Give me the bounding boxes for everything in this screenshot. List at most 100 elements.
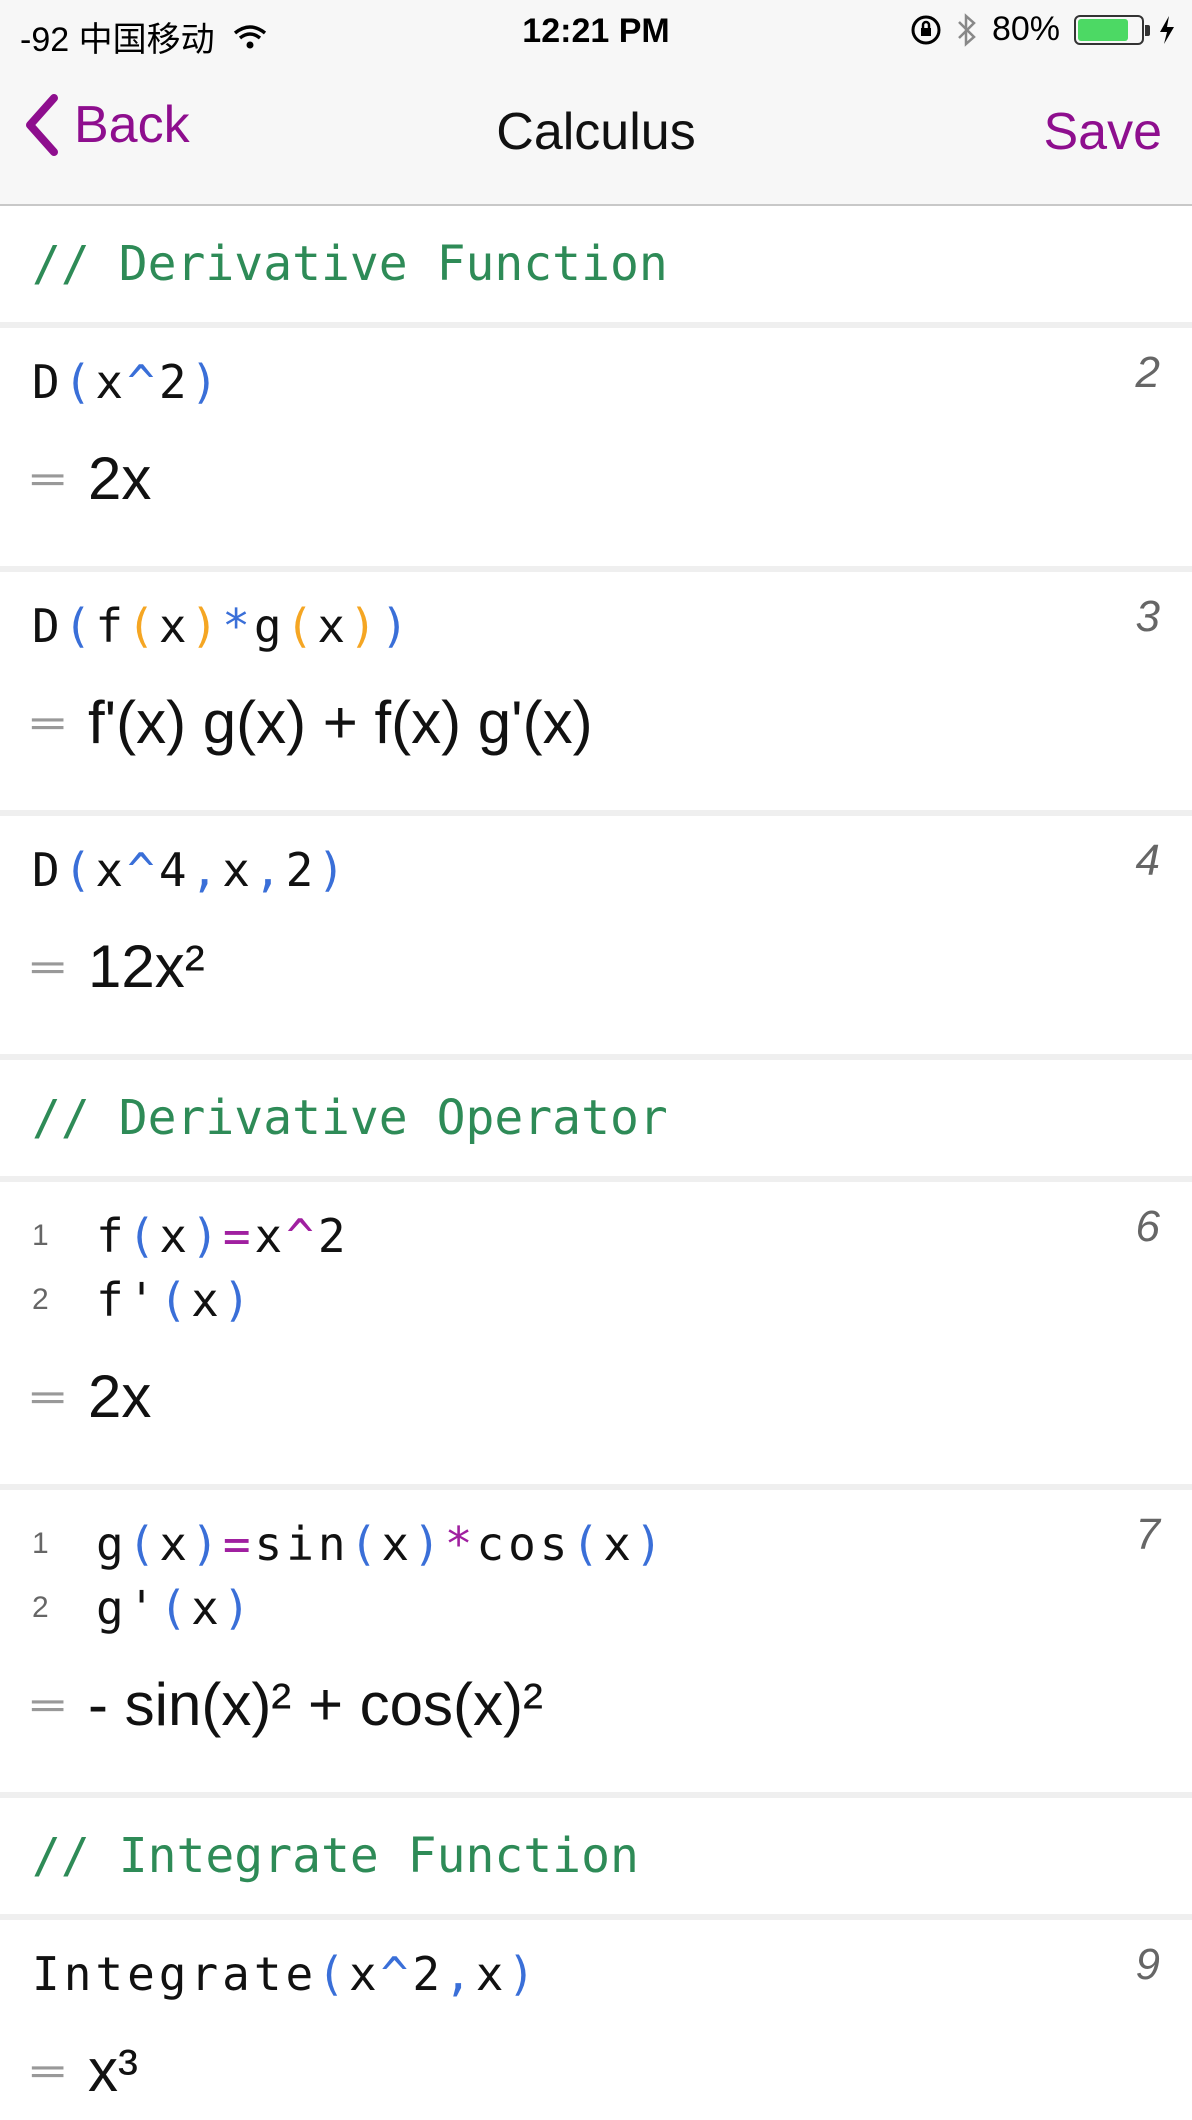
code-token: ( [127, 599, 159, 653]
code-token: ) [190, 355, 223, 409]
code-token: ) [222, 1581, 255, 1635]
code-token: ) [190, 599, 223, 653]
result-value: 2x [88, 1363, 152, 1430]
equals-icon: ═ [32, 1679, 64, 1729]
code-token: ( [63, 355, 96, 409]
code-token: = [222, 1209, 255, 1263]
code-token: x [222, 843, 254, 897]
code-token: ^ [127, 355, 159, 409]
code-token: f [95, 599, 128, 653]
result-value: x³ [88, 2037, 138, 2104]
code-line[interactable]: D(f(x) * g(x)) [32, 594, 1160, 658]
charging-icon [1160, 15, 1174, 44]
cell-number: 9 [1135, 1940, 1160, 1989]
result-value: - sin(x)² + cos(x)² [88, 1671, 543, 1738]
code-token: 4 [158, 843, 191, 897]
orientation-lock-icon [911, 15, 941, 44]
code-token: ) [349, 599, 381, 653]
code-token: x [191, 1581, 223, 1635]
equals-icon: ═ [32, 2045, 64, 2095]
save-button[interactable]: Save [1043, 102, 1162, 162]
expression-cell[interactable]: 3 D(f(x) * g(x)) ═ f'(x) g(x) + f(x) g'(x) [0, 572, 1192, 810]
code-token: Integrate [32, 1947, 318, 2001]
comment-text: // Integrate Function [32, 1828, 639, 1884]
code-token: ( [349, 1517, 382, 1571]
expression-cell[interactable]: 2 D(x ^ 2) ═ 2x [0, 328, 1192, 566]
code-token: 2 [412, 1947, 445, 2001]
result-row: ═ 12x² [32, 932, 1160, 1001]
code-token: x [95, 843, 128, 897]
navigation-bar: Back Calculus Save [0, 64, 1192, 206]
code-token: D [32, 355, 64, 409]
code-token: ) [191, 1209, 223, 1263]
code-token: ( [571, 1517, 604, 1571]
expression-cell[interactable]: 6 1 f(x) = x ^ 2 2 f'(x) ═ 2x [0, 1182, 1192, 1484]
code-token: cos [476, 1517, 572, 1571]
code-token: g' [96, 1581, 160, 1635]
code-line[interactable]: D(x ^ 2) [32, 350, 1160, 414]
result-value: 2x [88, 445, 152, 512]
cell-number: 3 [1135, 592, 1160, 641]
expression-cell[interactable]: 9 Integrate(x ^ 2, x) ═ x³ [0, 1920, 1192, 2120]
code-token: , [444, 1947, 476, 2001]
code-token: ( [63, 843, 96, 897]
code-token: ( [159, 1581, 192, 1635]
code-token: 2 [285, 843, 318, 897]
code-token: , [190, 843, 223, 897]
code-token: x [254, 1209, 287, 1263]
equals-icon: ═ [32, 1371, 64, 1421]
code-token: sin [254, 1517, 350, 1571]
code-line[interactable]: Integrate(x ^ 2, x) [32, 1942, 1160, 2006]
code-line[interactable]: D(x ^ 4, x, 2) [32, 838, 1160, 902]
code-token: 2 [158, 355, 191, 409]
code-token: x [159, 1209, 192, 1263]
comment-text: // Derivative Operator [32, 1090, 668, 1146]
code-line[interactable]: 1 g(x) = sin(x) * cos(x) [32, 1512, 1160, 1576]
equals-icon: ═ [32, 941, 64, 991]
cell-number: 4 [1135, 836, 1160, 885]
result-value: f'(x) g(x) + f(x) g'(x) [88, 689, 593, 756]
line-number: 1 [32, 1219, 49, 1252]
result-row: ═ - sin(x)² + cos(x)² [32, 1670, 1160, 1739]
cell-number: 2 [1135, 348, 1160, 397]
code-line[interactable]: 1 f(x) = x ^ 2 [32, 1204, 1160, 1268]
code-token: ( [127, 1209, 160, 1263]
code-token: ) [380, 599, 413, 653]
bluetooth-icon [958, 12, 976, 47]
equals-icon: ═ [32, 453, 64, 503]
status-bar: -92 中国移动 12:21 PM 80% [0, 0, 1192, 64]
code-token: x [95, 355, 128, 409]
line-number: 1 [32, 1527, 49, 1560]
code-token: ) [507, 1947, 540, 2001]
expression-cell[interactable]: 7 1 g(x) = sin(x) * cos(x) 2 g'(x) ═ - sin(x… [0, 1490, 1192, 1792]
code-token: = [222, 1517, 255, 1571]
code-token: x [159, 1517, 192, 1571]
document-list[interactable]: // Derivative Function 2 D(x ^ 2) ═ 2x 3 D… [0, 206, 1192, 2120]
code-token: x [158, 599, 191, 653]
code-token: D [32, 843, 64, 897]
result-value: 12x² [88, 933, 205, 1000]
code-token: ( [285, 599, 318, 653]
line-number: 2 [32, 1591, 49, 1624]
code-token: ( [317, 1947, 349, 2001]
code-token: x [603, 1517, 635, 1571]
code-line[interactable]: 2 f'(x) [32, 1268, 1160, 1332]
code-token: f' [96, 1273, 160, 1327]
result-row: ═ 2x [32, 1362, 1160, 1431]
code-token: g [253, 599, 286, 653]
code-token: x [475, 1947, 508, 2001]
code-token: ^ [127, 843, 159, 897]
code-token: x [317, 599, 350, 653]
expression-cell[interactable]: 4 D(x ^ 4, x, 2) ═ 12x² [0, 816, 1192, 1054]
code-token: ( [63, 599, 96, 653]
comment-cell[interactable]: // Derivative Function [0, 206, 1192, 322]
code-line[interactable]: 2 g'(x) [32, 1576, 1160, 1640]
battery-percent: 80% [991, 10, 1060, 48]
cell-number: 6 [1135, 1202, 1160, 1251]
comment-cell[interactable]: // Integrate Function [0, 1798, 1192, 1914]
code-token: x [191, 1273, 223, 1327]
code-token: ^ [286, 1209, 318, 1263]
line-number: 2 [32, 1283, 49, 1316]
equals-icon: ═ [32, 697, 64, 747]
comment-cell[interactable]: // Derivative Operator [0, 1060, 1192, 1176]
